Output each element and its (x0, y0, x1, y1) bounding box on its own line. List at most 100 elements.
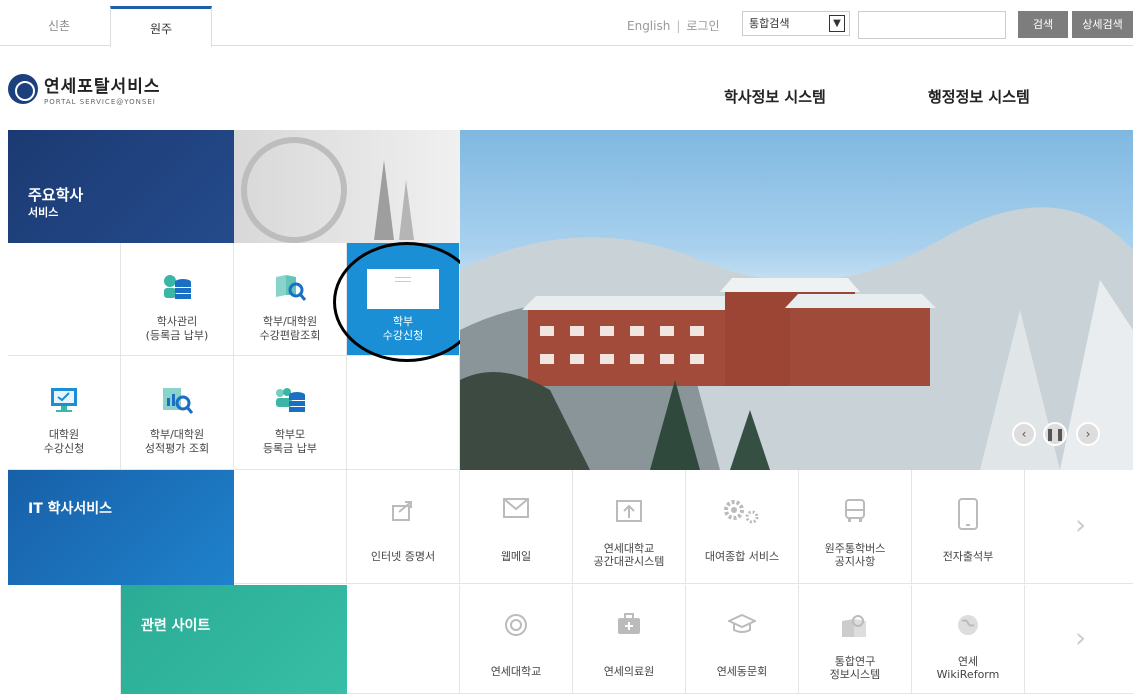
tab-wonju[interactable]: 원주 (110, 6, 212, 47)
book-search-icon (276, 275, 306, 301)
service-space-reservation[interactable]: 연세대학교 공간대관시스템 (573, 470, 686, 584)
service-undergrad-registration[interactable]: 학부 수강신청 (347, 243, 460, 356)
service-label-line1: 학부 (392, 315, 414, 328)
service-label-line1: 연세대학교 (490, 665, 542, 678)
tab-sinchon[interactable]: 신촌 (8, 6, 110, 46)
monitor-icon (51, 388, 77, 412)
link-separator: | (676, 19, 681, 33)
chevron-right-icon[interactable]: › (1075, 508, 1086, 541)
site-yonsei-medical[interactable]: 연세의료원 (573, 585, 686, 694)
english-link[interactable]: English (627, 19, 670, 33)
main-service-photo (234, 130, 460, 243)
service-label-line1: 통합연구 (834, 655, 876, 668)
main-service-title: 주요학사 (28, 186, 84, 204)
campus-winter-photo (460, 207, 1133, 470)
graduation-cap-icon (728, 613, 756, 633)
nav-admin-system[interactable]: 행정정보 시스템 (928, 86, 1030, 107)
service-academic-tuition[interactable]: 학사관리 (등록금 납부) (121, 243, 234, 356)
service-label-line2: 정보시스템 (829, 668, 881, 681)
slider-next-button[interactable]: › (1076, 422, 1100, 446)
group-database-icon (276, 388, 305, 412)
blank-cell (8, 243, 121, 356)
advanced-search-button[interactable]: 상세검색 (1072, 11, 1133, 38)
blank-cell (347, 356, 460, 470)
document-icon (367, 269, 439, 309)
portal-logo[interactable]: 연세포탈서비스 PORTAL SERVICE@YONSEI (8, 72, 160, 106)
service-label-line1: 학부모 (274, 428, 306, 441)
it-service-title: IT 학사서비스 (28, 501, 113, 517)
service-parent-tuition[interactable]: 학부모 등록금 납부 (234, 356, 347, 470)
yonsei-seal-icon (505, 614, 527, 636)
campus-photo-slider (460, 130, 1133, 470)
bus-icon (845, 499, 865, 522)
search-scope-select[interactable]: 통합검색 ▼ (742, 11, 850, 36)
site-wikireform[interactable]: 연세 WikiReform (912, 585, 1025, 694)
service-label-line2: 성적평가 조회 (144, 442, 210, 455)
service-shuttle-bus[interactable]: 원주통학버스 공지사항 (799, 470, 912, 584)
service-label-line1: 연세대학교 (603, 542, 655, 555)
service-label-line1: 연세의료원 (603, 665, 655, 678)
slider-pause-button[interactable]: ❚❚ (1043, 422, 1067, 446)
service-e-attendance[interactable]: 전자출석부 (912, 470, 1025, 584)
main-service-subtitle: 서비스 (28, 206, 59, 219)
top-bar: 신촌 원주 English | 로그인 통합검색 ▼ 검색 상세검색 (0, 0, 1133, 47)
service-label-line2: 수강편람조회 (259, 329, 321, 342)
slider-prev-button[interactable]: ‹ (1012, 422, 1036, 446)
blank-cell (347, 585, 460, 694)
related-sites-header: 관련 사이트 (121, 585, 347, 694)
service-grad-registration[interactable]: 대학원 수강신청 (8, 356, 121, 470)
book-search-icon (842, 615, 866, 637)
upload-box-icon (616, 500, 642, 522)
service-label-line1: 원주통학버스 (824, 542, 886, 555)
service-grade-inquiry[interactable]: 학부/대학원 성적평가 조회 (121, 356, 234, 470)
service-rental[interactable]: 대여종합 서비스 (686, 470, 799, 584)
logo-subtitle: PORTAL SERVICE@YONSEI (44, 98, 156, 106)
service-webmail[interactable]: 웹메일 (460, 470, 573, 584)
service-label-line2: 수강신청 (43, 442, 85, 455)
top-links: English | 로그인 (627, 17, 720, 34)
service-label-line1: 대학원 (48, 428, 80, 441)
user-database-icon (164, 275, 191, 299)
nav-academic-system[interactable]: 학사정보 시스템 (724, 86, 826, 107)
search-button[interactable]: 검색 (1018, 11, 1068, 38)
share-export-icon (392, 501, 412, 521)
site-yonsei-university[interactable]: 연세대학교 (460, 585, 573, 694)
service-label-line2: 수강신청 (382, 329, 424, 342)
related-sites-title: 관련 사이트 (141, 618, 211, 634)
service-label-line1: 연세 (957, 655, 979, 668)
service-internet-certificate[interactable]: 인터넷 증명서 (347, 470, 460, 584)
gear-icon (724, 500, 759, 524)
service-label-line1: 전자출석부 (942, 550, 994, 563)
medical-kit-icon (618, 613, 640, 634)
blank-cell (234, 470, 347, 584)
stone-emblem-graphic (241, 137, 414, 243)
mobile-phone-icon (958, 498, 978, 530)
service-course-catalog[interactable]: 학부/대학원 수강편람조회 (234, 243, 347, 356)
search-input[interactable] (858, 11, 1006, 39)
service-label-line1: 학사관리 (156, 315, 198, 328)
service-label-line1: 연세동문회 (716, 665, 768, 678)
service-label-line2: WikiReform (936, 668, 1000, 681)
service-label-line2: (등록금 납부) (145, 329, 209, 342)
search-scope-value: 통합검색 (749, 17, 790, 30)
login-link[interactable]: 로그인 (686, 17, 719, 34)
service-label-line1: 웹메일 (500, 550, 532, 563)
related-sites-next[interactable]: › (1025, 585, 1133, 694)
service-label-line1: 대여종합 서비스 (704, 550, 780, 563)
it-service-header: IT 학사서비스 (8, 470, 234, 585)
service-label-line1: 학부/대학원 (149, 428, 205, 441)
service-label-line2: 공간대관시스템 (593, 555, 665, 568)
service-label-line1: 학부/대학원 (262, 315, 318, 328)
it-service-next[interactable]: › (1025, 470, 1133, 584)
globe-icon (958, 615, 978, 635)
chevron-down-icon[interactable]: ▼ (829, 15, 845, 32)
site-yonsei-alumni[interactable]: 연세동문회 (686, 585, 799, 694)
site-research-info[interactable]: 통합연구 정보시스템 (799, 585, 912, 694)
main-service-panel: 주요학사 서비스 학사관리 (등록금 납부) 학부/대학원 수강편람조회 학부 … (8, 130, 460, 470)
main-service-header: 주요학사 서비스 (8, 130, 234, 243)
chevron-right-icon[interactable]: › (1075, 621, 1086, 654)
logo-title: 연세포탈서비스 (44, 77, 161, 97)
yonsei-emblem-icon (8, 74, 38, 104)
service-label-line1: 인터넷 증명서 (370, 550, 436, 563)
blank-cell (8, 585, 121, 694)
